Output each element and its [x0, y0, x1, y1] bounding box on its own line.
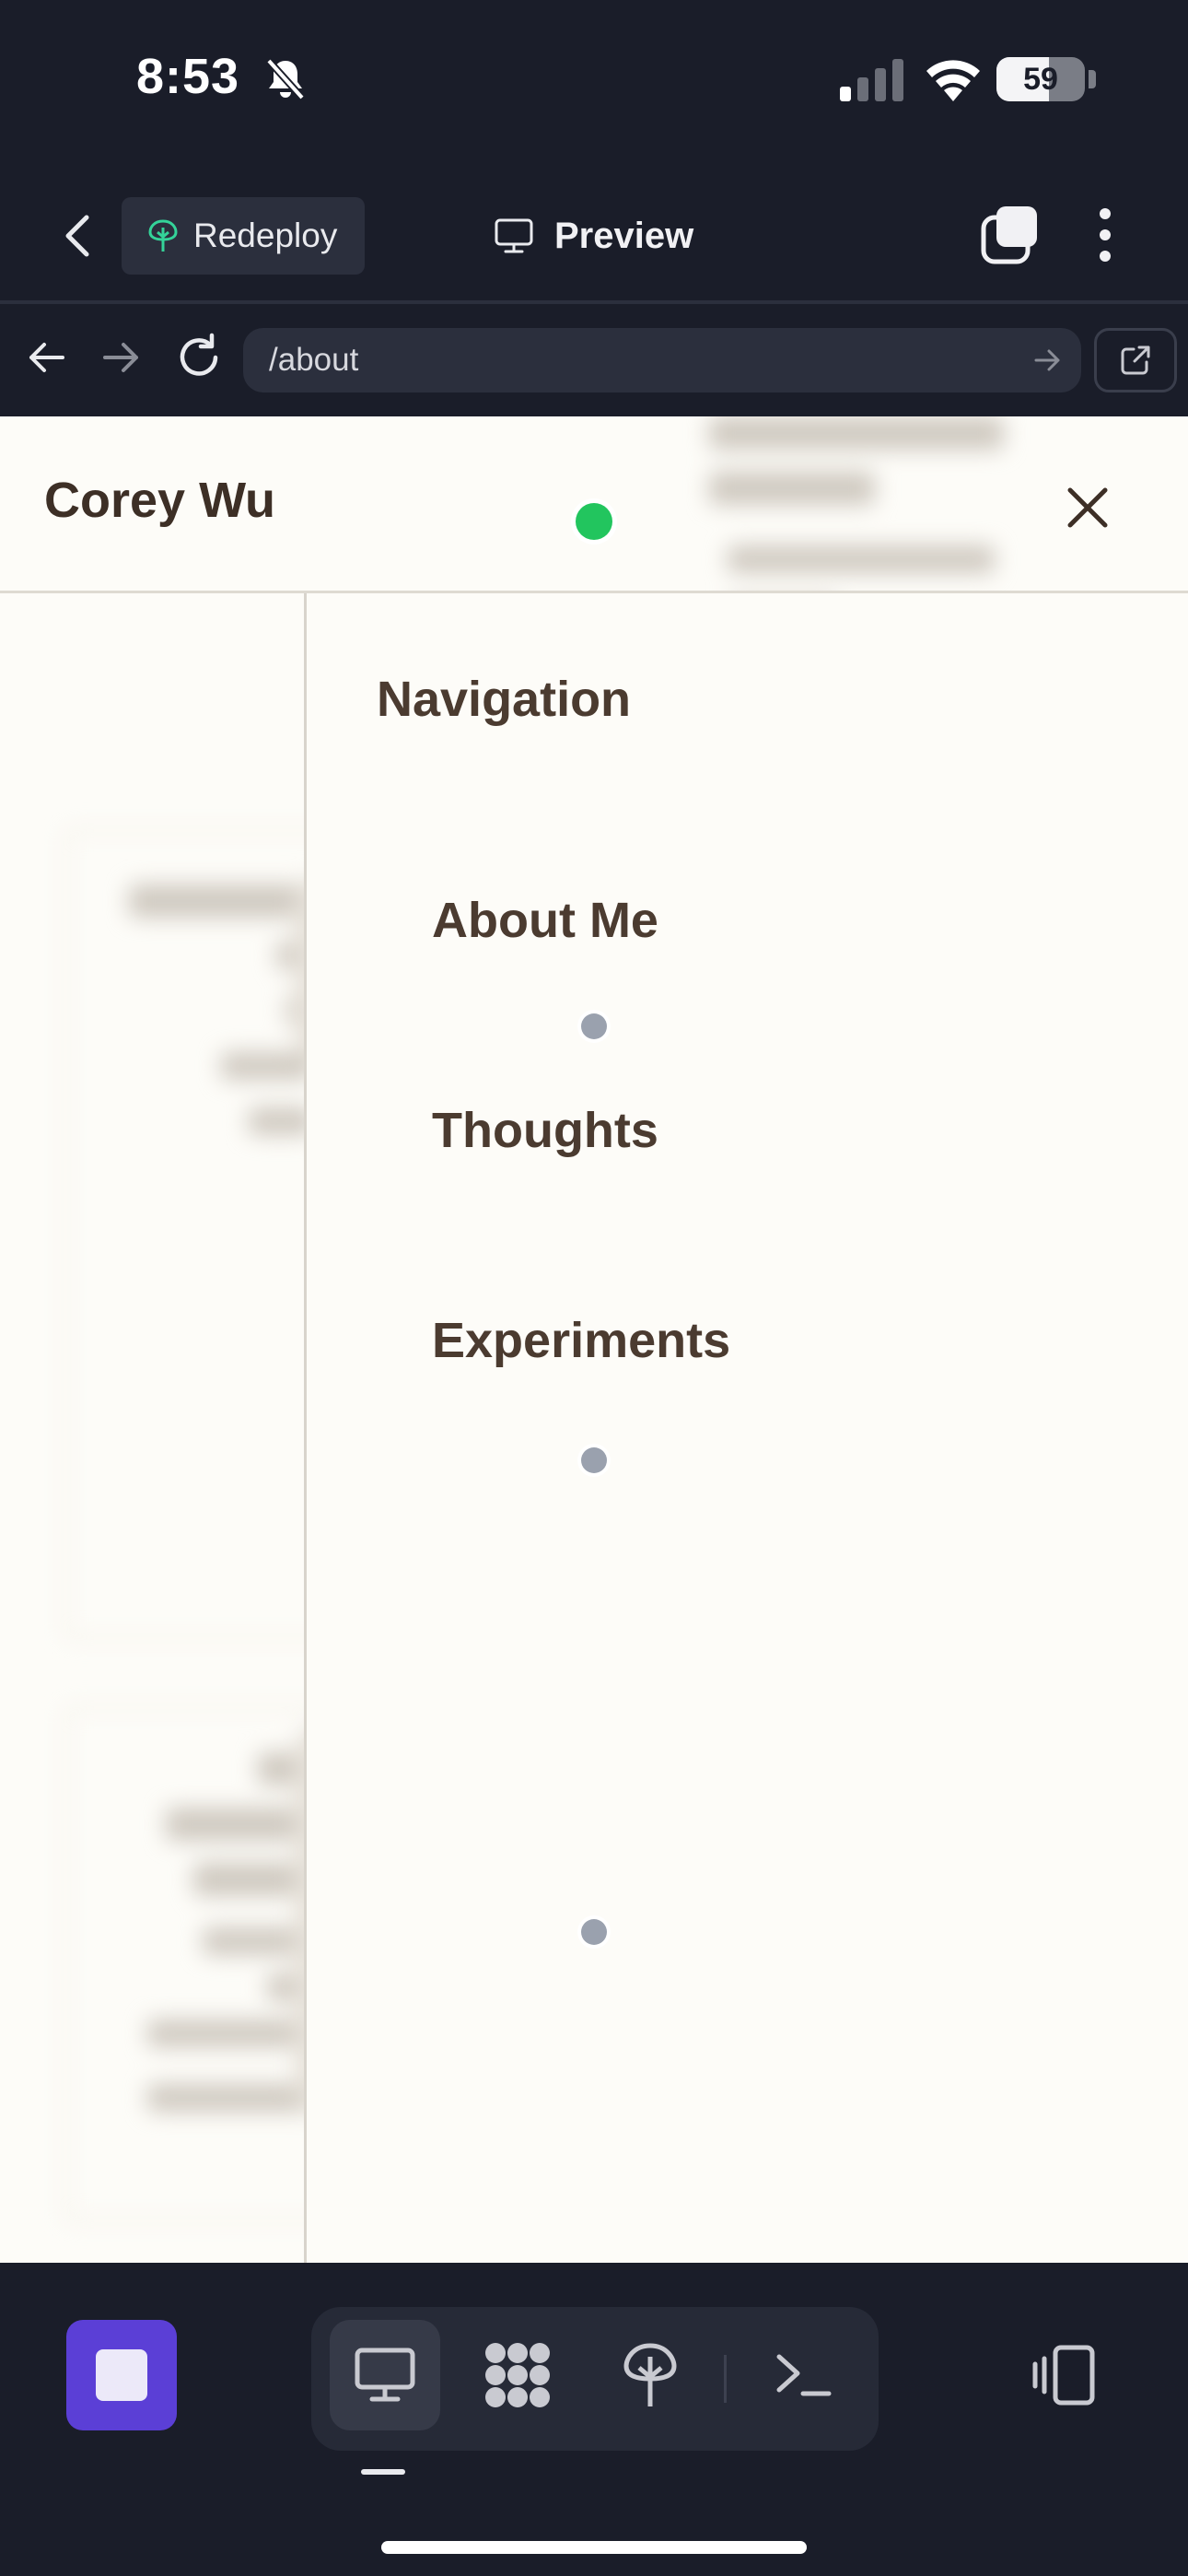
app-header: Redeploy Preview	[0, 175, 1188, 304]
assets-grid-icon	[485, 2343, 550, 2407]
reload-icon[interactable]	[171, 330, 227, 385]
open-external-button[interactable]	[1094, 328, 1177, 392]
deploy-tree-icon	[623, 2343, 677, 2406]
active-tool-indicator	[361, 2469, 405, 2475]
status-bar: 8:53 59	[0, 0, 1188, 161]
url-text: /about	[269, 342, 359, 378]
element-marker-dot[interactable]	[581, 1013, 607, 1039]
bell-slash-icon	[266, 58, 305, 100]
site-title[interactable]: Corey Wu	[44, 472, 275, 529]
status-time: 8:53	[136, 49, 240, 104]
blurred-line	[166, 1808, 313, 1841]
home-indicator	[381, 2541, 807, 2554]
arrow-left-icon[interactable]	[20, 332, 72, 383]
web-preview-viewport: Corey Wu Navigation About Me Thoughts Ex…	[0, 416, 1188, 2263]
preview-title: Preview	[494, 208, 693, 263]
deploy-button[interactable]	[595, 2320, 705, 2430]
blurred-line	[221, 1052, 313, 1080]
battery-cap	[1089, 70, 1096, 88]
element-marker-dot[interactable]	[581, 1447, 607, 1473]
navigation-drawer: Navigation About Me Thoughts Experiments	[304, 593, 1188, 2263]
external-link-icon	[1121, 345, 1150, 375]
bottom-dock	[0, 2263, 1188, 2576]
nav-item-experiments[interactable]: Experiments	[432, 1312, 730, 1369]
blurred-line	[147, 2084, 313, 2112]
arrow-right-small-icon[interactable]	[1031, 345, 1063, 376]
terminal-button[interactable]	[748, 2320, 858, 2430]
arrow-right-icon[interactable]	[96, 332, 147, 383]
more-vertical-icon[interactable]	[1087, 203, 1124, 267]
live-status-dot[interactable]	[576, 503, 612, 540]
wifi-icon	[926, 60, 980, 101]
back-button[interactable]	[50, 208, 105, 263]
nav-item-thoughts[interactable]: Thoughts	[432, 1102, 658, 1159]
url-bar[interactable]: /about	[243, 328, 1081, 392]
assets-button[interactable]	[462, 2320, 573, 2430]
redeploy-tree-icon	[148, 219, 178, 252]
stop-icon	[96, 2349, 147, 2401]
battery-icon: 59	[996, 57, 1085, 101]
stop-button[interactable]	[66, 2320, 177, 2430]
device-rotate-icon[interactable]	[1030, 2340, 1100, 2410]
tabs-icon[interactable]	[978, 203, 1042, 267]
navigation-heading: Navigation	[377, 672, 632, 727]
redeploy-button[interactable]: Redeploy	[122, 197, 366, 275]
preview-label: Preview	[554, 215, 694, 256]
terminal-icon	[776, 2354, 832, 2396]
chevron-left-icon	[65, 215, 89, 257]
blurred-line	[147, 2020, 313, 2047]
nav-item-about-me[interactable]: About Me	[432, 892, 658, 949]
battery-percent: 59	[1023, 61, 1058, 97]
browser-bar: /about	[0, 308, 1188, 416]
desktop-preview-icon	[355, 2348, 415, 2402]
cellular-signal-icon	[840, 59, 903, 101]
close-icon[interactable]	[1057, 477, 1118, 538]
monitor-icon	[495, 218, 533, 253]
desktop-preview-button[interactable]	[330, 2320, 440, 2430]
redeploy-label: Redeploy	[193, 217, 338, 254]
tool-divider	[724, 2355, 727, 2403]
tool-switcher	[311, 2307, 879, 2451]
blurred-line	[129, 884, 313, 918]
element-marker-dot[interactable]	[581, 1919, 607, 1945]
